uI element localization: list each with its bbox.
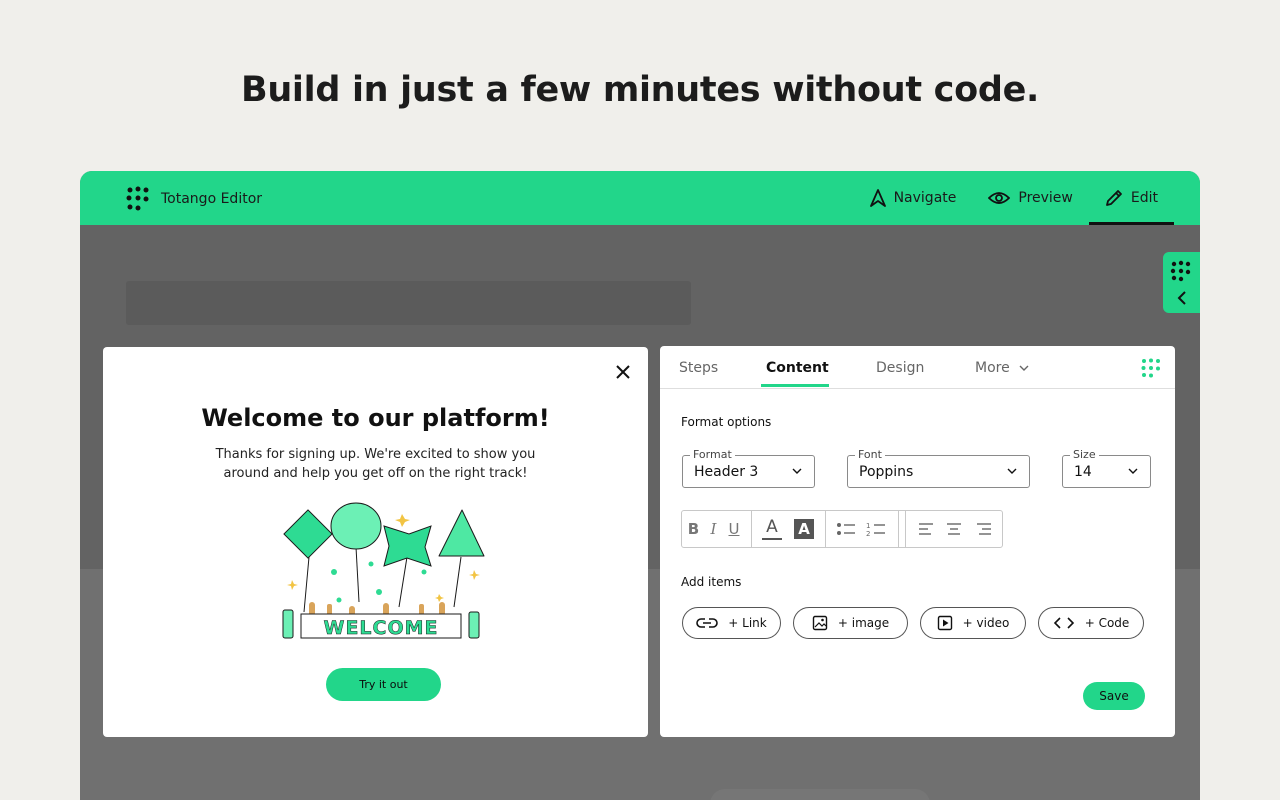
close-icon[interactable] xyxy=(612,361,634,383)
nav-edit[interactable]: Edit xyxy=(1088,171,1174,225)
text-color-glyph: A xyxy=(766,516,778,537)
numbered-list-button[interactable]: 1 2 xyxy=(862,511,890,547)
bullet-list-icon xyxy=(837,523,855,535)
toolbar-divider xyxy=(898,511,899,547)
add-link-button[interactable]: + Link xyxy=(682,607,781,639)
totango-logo-icon xyxy=(1141,358,1160,378)
tab-more[interactable]: More xyxy=(975,360,1029,376)
nav-edit-label: Edit xyxy=(1130,190,1158,206)
add-image-label: + image xyxy=(837,616,890,630)
size-select-value: 14 xyxy=(1074,464,1092,480)
welcome-banner-text: WELCOME xyxy=(323,617,438,639)
editor-topbar: Totango Editor Navigate Preview Edit xyxy=(80,171,1200,225)
size-select[interactable]: Size 14 xyxy=(1062,448,1151,488)
link-icon xyxy=(696,618,719,628)
text-color-swatch xyxy=(762,537,782,540)
chevron-down-icon xyxy=(792,468,802,474)
add-video-label: + video xyxy=(962,616,1010,630)
italic-button[interactable]: I xyxy=(705,511,722,547)
welcome-modal: Welcome to our platform! Thanks for sign… xyxy=(103,347,648,737)
welcome-illustration: WELCOME xyxy=(282,502,485,639)
format-select-value: Header 3 xyxy=(694,464,759,480)
image-icon xyxy=(812,615,828,631)
align-center-icon xyxy=(947,523,961,535)
tab-steps[interactable]: Steps xyxy=(679,360,718,376)
editor-panel: Steps Content Design More Format options… xyxy=(660,346,1175,737)
numbered-list-icon: 1 2 xyxy=(866,522,885,537)
eye-icon xyxy=(988,192,1011,204)
font-select-label: Font xyxy=(855,448,885,462)
brand: Totango Editor xyxy=(126,186,262,212)
code-icon xyxy=(1053,617,1074,629)
modal-title: Welcome to our platform! xyxy=(201,404,550,432)
try-it-out-button[interactable]: Try it out xyxy=(326,668,441,701)
font-select-value: Poppins xyxy=(859,464,914,480)
nav-preview-label: Preview xyxy=(1018,190,1073,206)
totango-logo-icon xyxy=(126,186,149,211)
align-right-button[interactable] xyxy=(970,511,998,547)
save-button[interactable]: Save xyxy=(1083,682,1145,710)
panel-tabs: Steps Content Design More xyxy=(660,346,1175,389)
size-select-label: Size xyxy=(1070,448,1099,462)
bold-glyph: B xyxy=(687,520,700,538)
chevron-left-icon xyxy=(1177,291,1186,305)
add-video-button[interactable]: + video xyxy=(920,607,1026,639)
nav-preview[interactable]: Preview xyxy=(972,171,1089,225)
tab-content[interactable]: Content xyxy=(766,360,829,376)
toolbar-divider xyxy=(751,511,752,547)
font-select[interactable]: Font Poppins xyxy=(847,448,1030,488)
editor-window: Totango Editor Navigate Preview Edit Wel… xyxy=(80,171,1200,800)
tab-design[interactable]: Design xyxy=(876,360,924,376)
chevron-down-icon xyxy=(1007,468,1017,474)
add-image-button[interactable]: + image xyxy=(793,607,908,639)
add-items-heading: Add items xyxy=(681,575,742,589)
align-left-button[interactable] xyxy=(912,511,940,547)
format-select[interactable]: Format Header 3 xyxy=(682,448,815,488)
toolbar-divider xyxy=(905,511,906,547)
svg-text:1: 1 xyxy=(866,522,870,530)
highlight-button[interactable]: A xyxy=(790,511,818,547)
backdrop-placeholder-pill xyxy=(710,789,930,800)
nav-navigate-label: Navigate xyxy=(893,190,957,206)
text-style-toolbar: B I U A A 1 2 xyxy=(681,510,1003,548)
underline-button[interactable]: U xyxy=(722,511,746,547)
nav-navigate[interactable]: Navigate xyxy=(854,171,973,225)
brand-name: Totango Editor xyxy=(161,191,263,207)
italic-glyph: I xyxy=(710,520,717,538)
align-right-icon xyxy=(977,523,991,535)
modal-body: Thanks for signing up. We're excited to … xyxy=(215,447,536,481)
chevron-down-icon xyxy=(1128,468,1138,474)
backdrop-placeholder-bar xyxy=(126,281,691,325)
page-headline: Build in just a few minutes without code… xyxy=(240,70,1040,110)
svg-text:2: 2 xyxy=(866,530,870,537)
bold-button[interactable]: B xyxy=(682,511,705,547)
align-left-icon xyxy=(919,523,933,535)
navigate-arrow-icon xyxy=(869,189,886,207)
active-tab-indicator xyxy=(761,384,829,387)
format-select-label: Format xyxy=(690,448,735,462)
text-color-button[interactable]: A xyxy=(758,511,786,547)
add-code-label: + Code xyxy=(1084,616,1130,630)
add-code-button[interactable]: + Code xyxy=(1038,607,1144,639)
toolbar-divider xyxy=(825,511,826,547)
totango-logo-icon xyxy=(1170,260,1191,282)
collapse-side-tab[interactable] xyxy=(1163,252,1200,313)
editor-nav: Navigate Preview Edit xyxy=(854,171,1174,225)
add-link-label: + Link xyxy=(728,616,767,630)
pencil-icon xyxy=(1105,190,1122,206)
chevron-down-icon xyxy=(1019,365,1029,371)
underline-glyph: U xyxy=(728,520,740,538)
highlight-glyph: A xyxy=(794,519,814,539)
bullet-list-button[interactable] xyxy=(832,511,860,547)
video-icon xyxy=(937,615,952,631)
tab-more-label: More xyxy=(975,360,1010,376)
format-options-heading: Format options xyxy=(681,415,772,429)
align-center-button[interactable] xyxy=(940,511,968,547)
